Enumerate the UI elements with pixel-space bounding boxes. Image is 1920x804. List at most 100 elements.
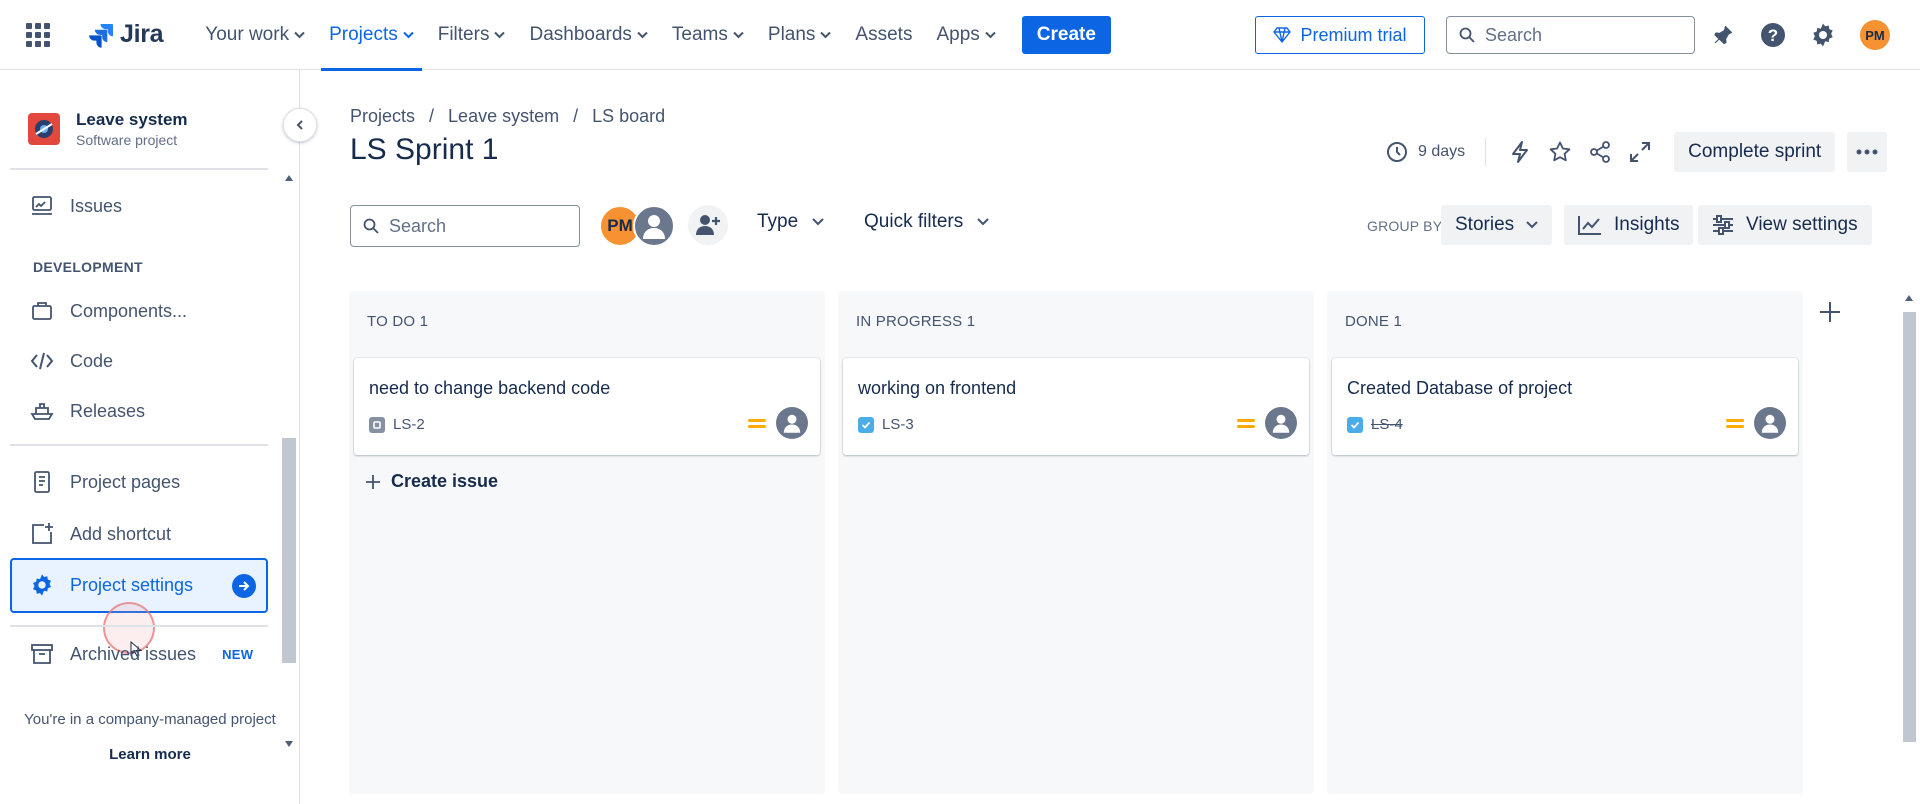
nav-item-teams[interactable]: Teams (660, 0, 756, 70)
issue-key[interactable]: LS-3 (882, 416, 914, 433)
board-scroll-thumb[interactable] (1903, 312, 1916, 742)
scroll-up-icon[interactable] (284, 174, 294, 182)
issue-card[interactable]: Created Database of project LS-4 (1332, 358, 1798, 455)
chevron-down-icon (733, 31, 744, 38)
sidebar-item-label: Project settings (70, 574, 194, 595)
jira-logo-icon (89, 23, 113, 48)
board-search-input[interactable]: Search (350, 205, 580, 247)
task-icon (858, 416, 874, 433)
issue-card[interactable]: working on frontend LS-3 (843, 358, 1309, 455)
sidebar-scroll-thumb[interactable] (282, 438, 296, 663)
sidebar-item-project-pages[interactable]: Project pages (30, 462, 180, 502)
issue-meta: LS-2 (369, 416, 425, 433)
nav-item-plans[interactable]: Plans (756, 0, 844, 70)
divider (10, 168, 268, 170)
premium-trial-button[interactable]: Premium trial (1255, 16, 1425, 54)
group-by-dropdown[interactable]: Stories (1441, 205, 1553, 245)
chevron-down-icon (985, 31, 996, 38)
fullscreen-icon[interactable] (1620, 134, 1660, 170)
breadcrumb-projects[interactable]: Projects (350, 106, 415, 127)
issue-card[interactable]: need to change backend code LS-2 (354, 358, 820, 455)
top-search-input[interactable]: Search (1446, 16, 1695, 54)
assignee-avatar[interactable] (1265, 407, 1297, 439)
board-scrollbar[interactable] (1901, 290, 1918, 750)
settings-icon[interactable] (1808, 20, 1838, 50)
divider (1485, 138, 1487, 166)
view-settings-button[interactable]: View settings (1698, 205, 1872, 245)
create-issue-button[interactable]: Create issue (365, 471, 498, 492)
issue-key[interactable]: LS-4 (1371, 416, 1403, 433)
create-button[interactable]: Create (1021, 15, 1111, 54)
issue-summary: working on frontend (858, 378, 1017, 398)
sidebar-item-archived-issues[interactable]: Archived issues NEW (30, 634, 253, 674)
user-icon (783, 414, 801, 433)
column-title: DONE 1 (1345, 313, 1403, 330)
app-switcher-icon[interactable] (26, 22, 50, 47)
group-by-label: GROUP BY (1367, 218, 1443, 234)
add-people-button[interactable] (688, 205, 728, 245)
user-icon (1761, 414, 1779, 433)
board-column-done: DONE 1 Created Database of project LS-4 (1327, 291, 1803, 794)
priority-medium-icon (1237, 419, 1255, 431)
nav-item-label: Teams (671, 23, 728, 45)
nav-item-dashboards[interactable]: Dashboards (517, 0, 659, 70)
project-type: Software project (76, 132, 178, 148)
breadcrumb-board[interactable]: LS board (592, 106, 665, 127)
search-icon (363, 218, 379, 234)
sidebar-item-components[interactable]: Components... (30, 291, 187, 331)
type-filter-dropdown[interactable]: Type (757, 211, 824, 233)
help-icon[interactable]: ? (1758, 20, 1788, 50)
insights-button[interactable]: Insights (1564, 205, 1694, 245)
sidebar-item-add-shortcut[interactable]: Add shortcut (30, 514, 171, 554)
nav-item-filters[interactable]: Filters (426, 0, 518, 70)
task-icon (1347, 416, 1363, 433)
breadcrumb-project[interactable]: Leave system (448, 106, 559, 127)
sidebar-item-label: Issues (70, 195, 123, 216)
profile-avatar[interactable]: PM (1860, 20, 1890, 50)
top-search-placeholder: Search (1485, 24, 1543, 45)
insights-label: Insights (1614, 214, 1680, 235)
nav-item-label: Apps (936, 23, 980, 45)
issue-meta: LS-3 (858, 416, 914, 433)
page-icon (34, 471, 50, 493)
automation-icon[interactable] (1500, 134, 1540, 170)
gear-icon (33, 574, 51, 596)
nav-item-your-work[interactable]: Your work (193, 0, 317, 70)
sidebar-item-releases[interactable]: Releases (30, 391, 145, 431)
sidebar-item-label: Releases (70, 400, 146, 421)
sidebar-item-issues[interactable]: Issues (30, 186, 122, 226)
add-column-button[interactable] (1810, 292, 1850, 332)
chart-line-icon (1578, 216, 1601, 235)
assignee-avatar[interactable] (776, 407, 808, 439)
assignee-avatar[interactable] (1754, 407, 1786, 439)
quick-filters-dropdown[interactable]: Quick filters (864, 211, 989, 233)
quick-filters-label: Quick filters (864, 211, 964, 232)
nav-item-apps[interactable]: Apps (924, 0, 1007, 70)
issue-key[interactable]: LS-2 (393, 416, 425, 433)
project-header[interactable]: Leave system Software project (28, 110, 188, 148)
chevron-down-icon (977, 218, 989, 226)
unassigned-avatar[interactable] (633, 205, 675, 247)
sidebar-item-code[interactable]: Code (30, 341, 113, 381)
project-sidebar: Leave system Software project Issues DEV… (0, 70, 317, 804)
divider (10, 444, 268, 446)
learn-more-link[interactable]: Learn more (0, 746, 300, 763)
development-heading: DEVELOPMENT (33, 259, 143, 275)
breadcrumb: Projects / Leave system / LS board (350, 106, 665, 127)
breadcrumb-separator: / (429, 106, 435, 126)
plus-icon (366, 474, 380, 489)
complete-sprint-button[interactable]: Complete sprint (1674, 132, 1836, 172)
logo-text: Jira (120, 20, 164, 48)
more-actions-button[interactable] (1847, 132, 1888, 172)
collapse-sidebar-button[interactable] (283, 108, 317, 142)
share-icon[interactable] (1580, 134, 1620, 170)
star-icon[interactable] (1540, 134, 1580, 170)
board-search-placeholder: Search (389, 215, 447, 236)
notifications-icon[interactable] (1708, 20, 1738, 50)
days-remaining[interactable]: 9 days (1386, 141, 1465, 163)
scroll-up-icon[interactable] (1904, 294, 1914, 302)
group-by-value: Stories (1455, 214, 1515, 235)
jira-logo[interactable]: Jira (88, 20, 164, 49)
nav-item-projects[interactable]: Projects (317, 0, 426, 71)
nav-item-assets[interactable]: Assets (843, 0, 924, 70)
